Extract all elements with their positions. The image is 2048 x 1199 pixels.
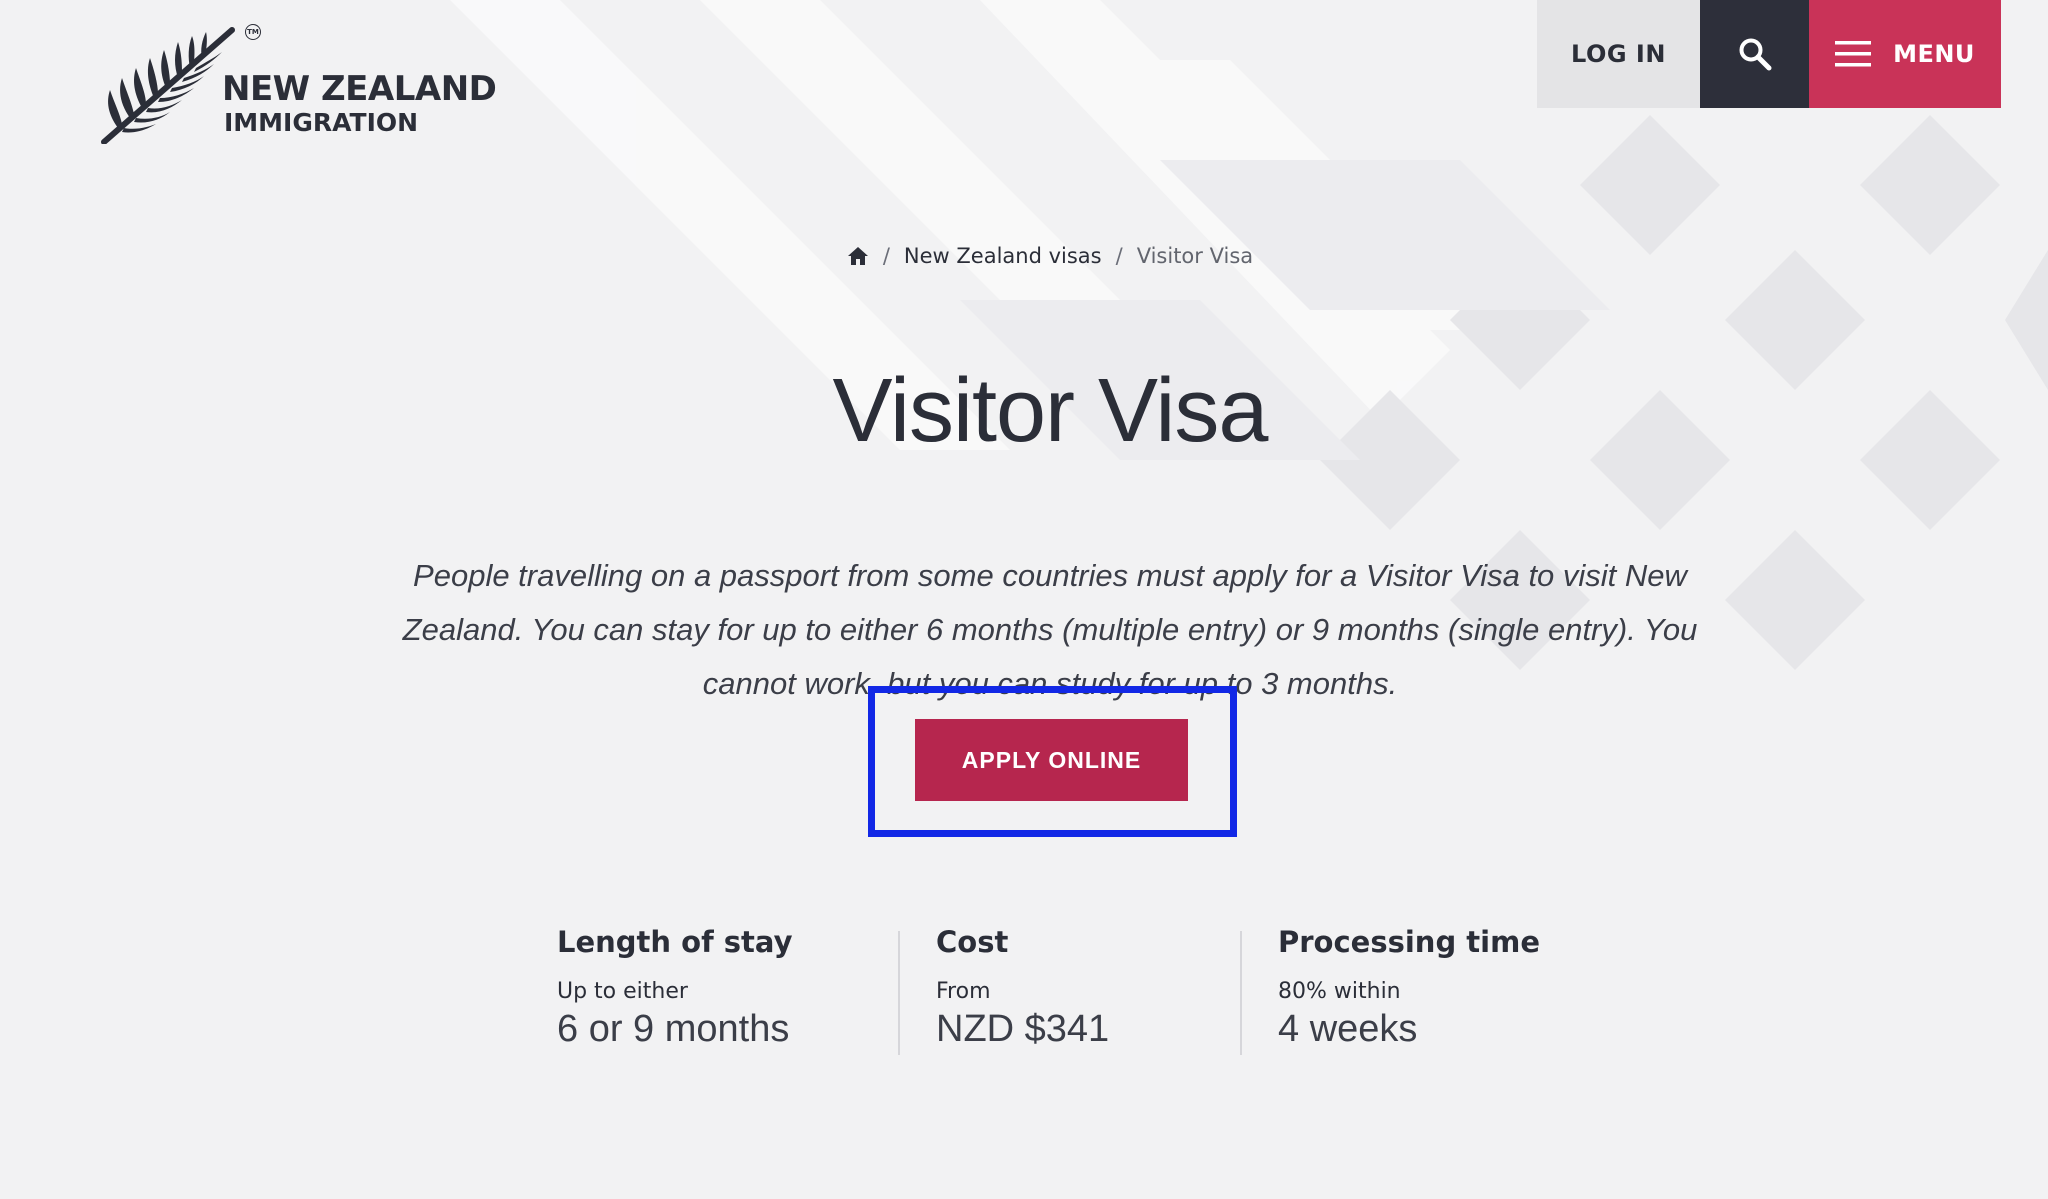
apply-online-button[interactable]: APPLY ONLINE bbox=[915, 719, 1188, 801]
fact-sub: 80% within bbox=[1278, 979, 1401, 1004]
fact-sub: Up to either bbox=[557, 979, 688, 1004]
silver-fern-icon bbox=[101, 27, 235, 144]
menu-label: MENU bbox=[1893, 40, 1975, 68]
home-icon bbox=[847, 247, 868, 265]
menu-button[interactable]: MENU bbox=[1809, 0, 2001, 108]
fact-length-of-stay: Length of stay Up to either 6 or 9 month… bbox=[557, 925, 793, 1051]
logo-text-immigration: IMMIGRATION bbox=[224, 108, 419, 137]
search-icon bbox=[1739, 38, 1771, 71]
fact-divider bbox=[1240, 931, 1242, 1055]
fact-value: 4 weeks bbox=[1278, 1008, 1418, 1050]
fact-label: Length of stay bbox=[557, 925, 793, 959]
top-navigation: LOG IN MENU bbox=[1537, 0, 2001, 108]
fact-cost: Cost From NZD $341 bbox=[936, 925, 1109, 1051]
fact-value: NZD $341 bbox=[936, 1008, 1110, 1050]
fact-label: Cost bbox=[936, 925, 1009, 959]
hamburger-icon bbox=[1835, 41, 1872, 67]
breadcrumb-home[interactable] bbox=[847, 246, 869, 266]
fact-sub: From bbox=[936, 979, 991, 1004]
logo-text-new-zealand: NEW ZEALAND bbox=[222, 69, 497, 109]
breadcrumb-current-page: Visitor Visa bbox=[1136, 244, 1254, 268]
breadcrumb-separator: / bbox=[882, 244, 890, 268]
breadcrumb-separator: / bbox=[1115, 244, 1123, 268]
fact-value: 6 or 9 months bbox=[557, 1008, 790, 1050]
breadcrumb-new-zealand-visas[interactable]: New Zealand visas bbox=[904, 244, 1102, 268]
login-button[interactable]: LOG IN bbox=[1537, 0, 1700, 108]
fact-processing-time: Processing time 80% within 4 weeks bbox=[1278, 925, 1540, 1051]
fact-divider bbox=[898, 931, 900, 1055]
trademark-symbol: TM bbox=[245, 24, 261, 40]
nz-immigration-logo[interactable]: TM NEW ZEALAND IMMIGRATION bbox=[100, 24, 497, 144]
fact-label: Processing time bbox=[1278, 925, 1540, 959]
page-title: Visitor Visa bbox=[832, 361, 1269, 461]
breadcrumb: / New Zealand visas / Visitor Visa bbox=[0, 244, 2048, 268]
search-button[interactable] bbox=[1700, 0, 1809, 108]
key-facts: Length of stay Up to either 6 or 9 month… bbox=[0, 925, 2048, 1055]
